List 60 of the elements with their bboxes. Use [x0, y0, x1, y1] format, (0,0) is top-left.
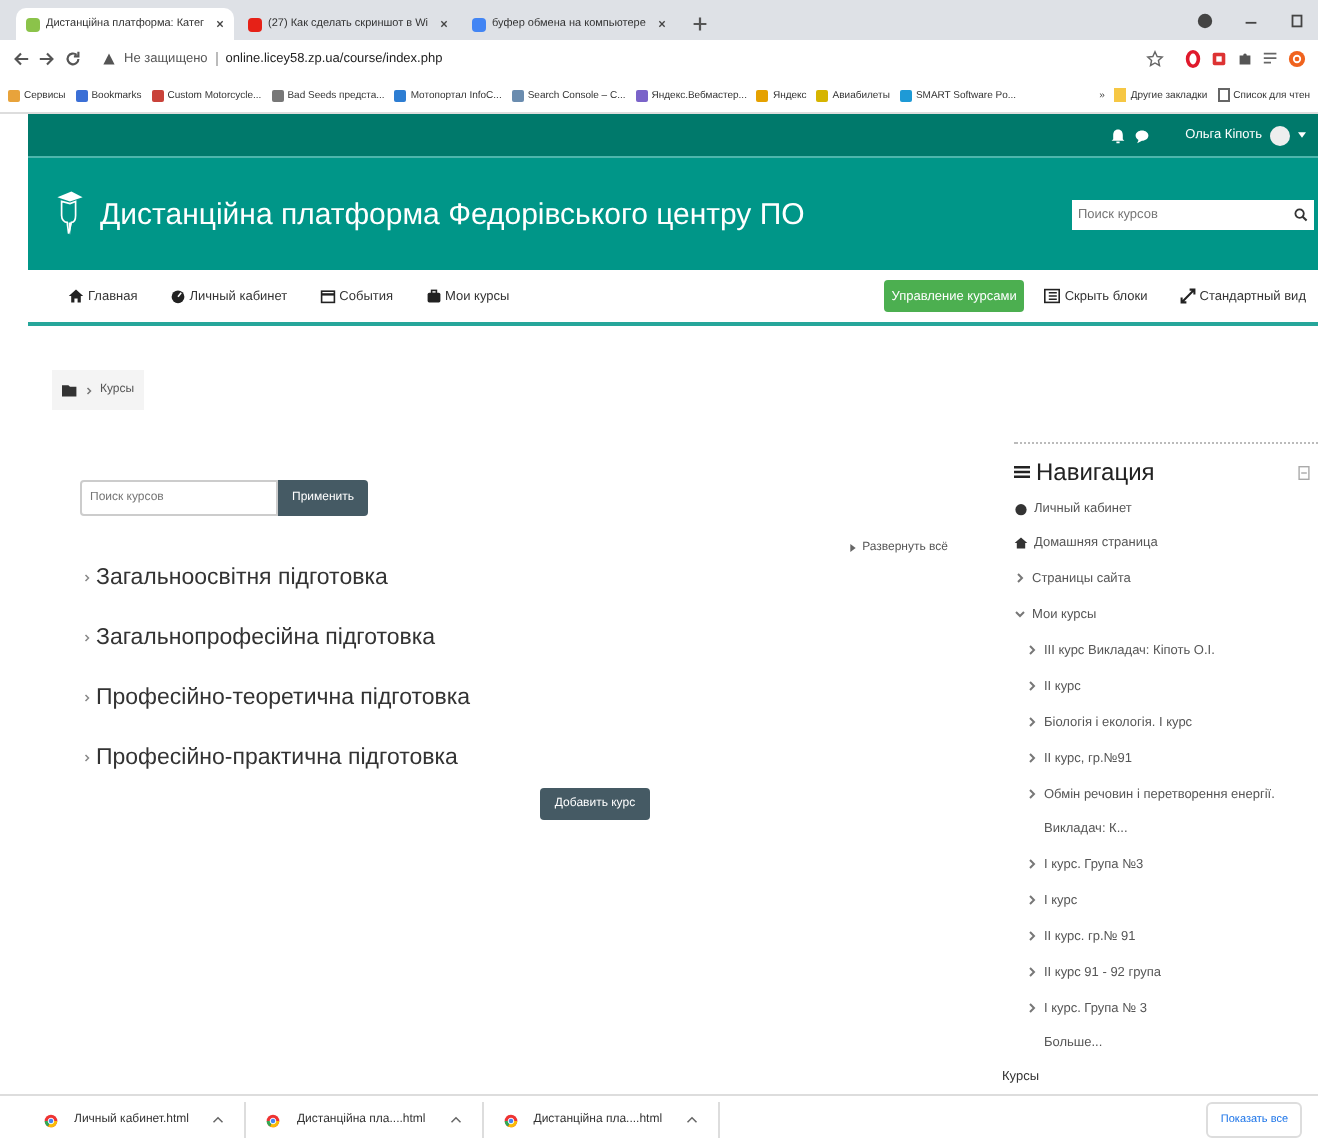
category-link[interactable]: Професійно-практична підготовка	[96, 746, 458, 770]
caret-icon[interactable]	[212, 1116, 225, 1124]
category-link[interactable]: Загальнопрофесійна підготовка	[96, 626, 436, 650]
collapsed-caret-icon[interactable]	[1026, 752, 1038, 764]
reload-icon[interactable]	[64, 50, 82, 68]
site-title: Дистанційна платформа Федорівського центру ПО	[100, 197, 805, 231]
chevron-icon	[84, 632, 90, 644]
calendar-icon	[319, 288, 336, 304]
new-tab-icon[interactable]	[691, 16, 708, 32]
caret-icon[interactable]	[686, 1116, 699, 1124]
indent-icon	[1044, 288, 1061, 304]
collapsed-caret-icon[interactable]	[1026, 1002, 1038, 1014]
menu-icon	[1014, 464, 1030, 480]
dashboard-icon	[169, 288, 186, 304]
briefcase-icon	[425, 288, 441, 304]
collapsed-caret-icon[interactable]	[1026, 788, 1038, 800]
collapsed-caret-icon[interactable]	[1026, 680, 1038, 692]
home-icon	[68, 288, 84, 304]
back-icon[interactable]	[12, 50, 30, 68]
triangle-icon	[850, 544, 857, 552]
block-title: Навигация	[1036, 458, 1155, 486]
caret-icon[interactable]	[1298, 132, 1306, 138]
category-link[interactable]: Загальноосвітня підготовка	[96, 566, 388, 590]
chrome-icon	[266, 1113, 281, 1127]
bell-icon[interactable]	[1109, 127, 1126, 143]
search-icon[interactable]	[1288, 199, 1314, 229]
forward-icon[interactable]	[38, 50, 56, 68]
star-icon[interactable]	[1146, 50, 1164, 68]
restore-icon[interactable]	[1288, 12, 1306, 30]
account-icon[interactable]	[1196, 12, 1214, 30]
collapsed-caret-icon[interactable]	[1026, 966, 1038, 978]
collapsed-caret-icon[interactable]	[1026, 930, 1038, 942]
home-icon	[1014, 536, 1028, 550]
collapsed-caret-icon[interactable]	[1026, 894, 1038, 906]
folder-icon[interactable]	[62, 382, 78, 398]
warning-icon	[102, 52, 116, 66]
close-icon[interactable]	[440, 20, 449, 28]
expanded-caret-icon[interactable]	[1014, 608, 1026, 620]
chevron-icon	[84, 752, 90, 764]
chevron-icon	[84, 692, 90, 704]
chevron-icon	[86, 385, 92, 395]
collapsed-caret-icon[interactable]	[1026, 716, 1038, 728]
dashboard-icon	[1014, 502, 1028, 516]
folder-icon	[1114, 88, 1127, 102]
playlist-icon[interactable]	[1262, 50, 1280, 68]
caret-icon[interactable]	[449, 1116, 462, 1124]
chrome-icon	[503, 1113, 518, 1127]
profile-icon[interactable]	[1288, 50, 1306, 68]
collapsed-caret-icon[interactable]	[1014, 572, 1026, 584]
chevron-icon	[84, 572, 90, 584]
extension-icon[interactable]	[1210, 50, 1228, 68]
avatar-icon[interactable]	[1270, 125, 1290, 145]
collapsed-caret-icon[interactable]	[1026, 858, 1038, 870]
close-icon[interactable]	[216, 20, 225, 28]
compress-icon	[1179, 288, 1196, 304]
collapsed-caret-icon[interactable]	[1026, 644, 1038, 656]
chat-icon[interactable]	[1133, 127, 1150, 143]
close-icon[interactable]	[657, 20, 666, 28]
chrome-icon	[44, 1113, 58, 1127]
category-link[interactable]: Професійно-теоретична підготовка	[96, 686, 471, 710]
